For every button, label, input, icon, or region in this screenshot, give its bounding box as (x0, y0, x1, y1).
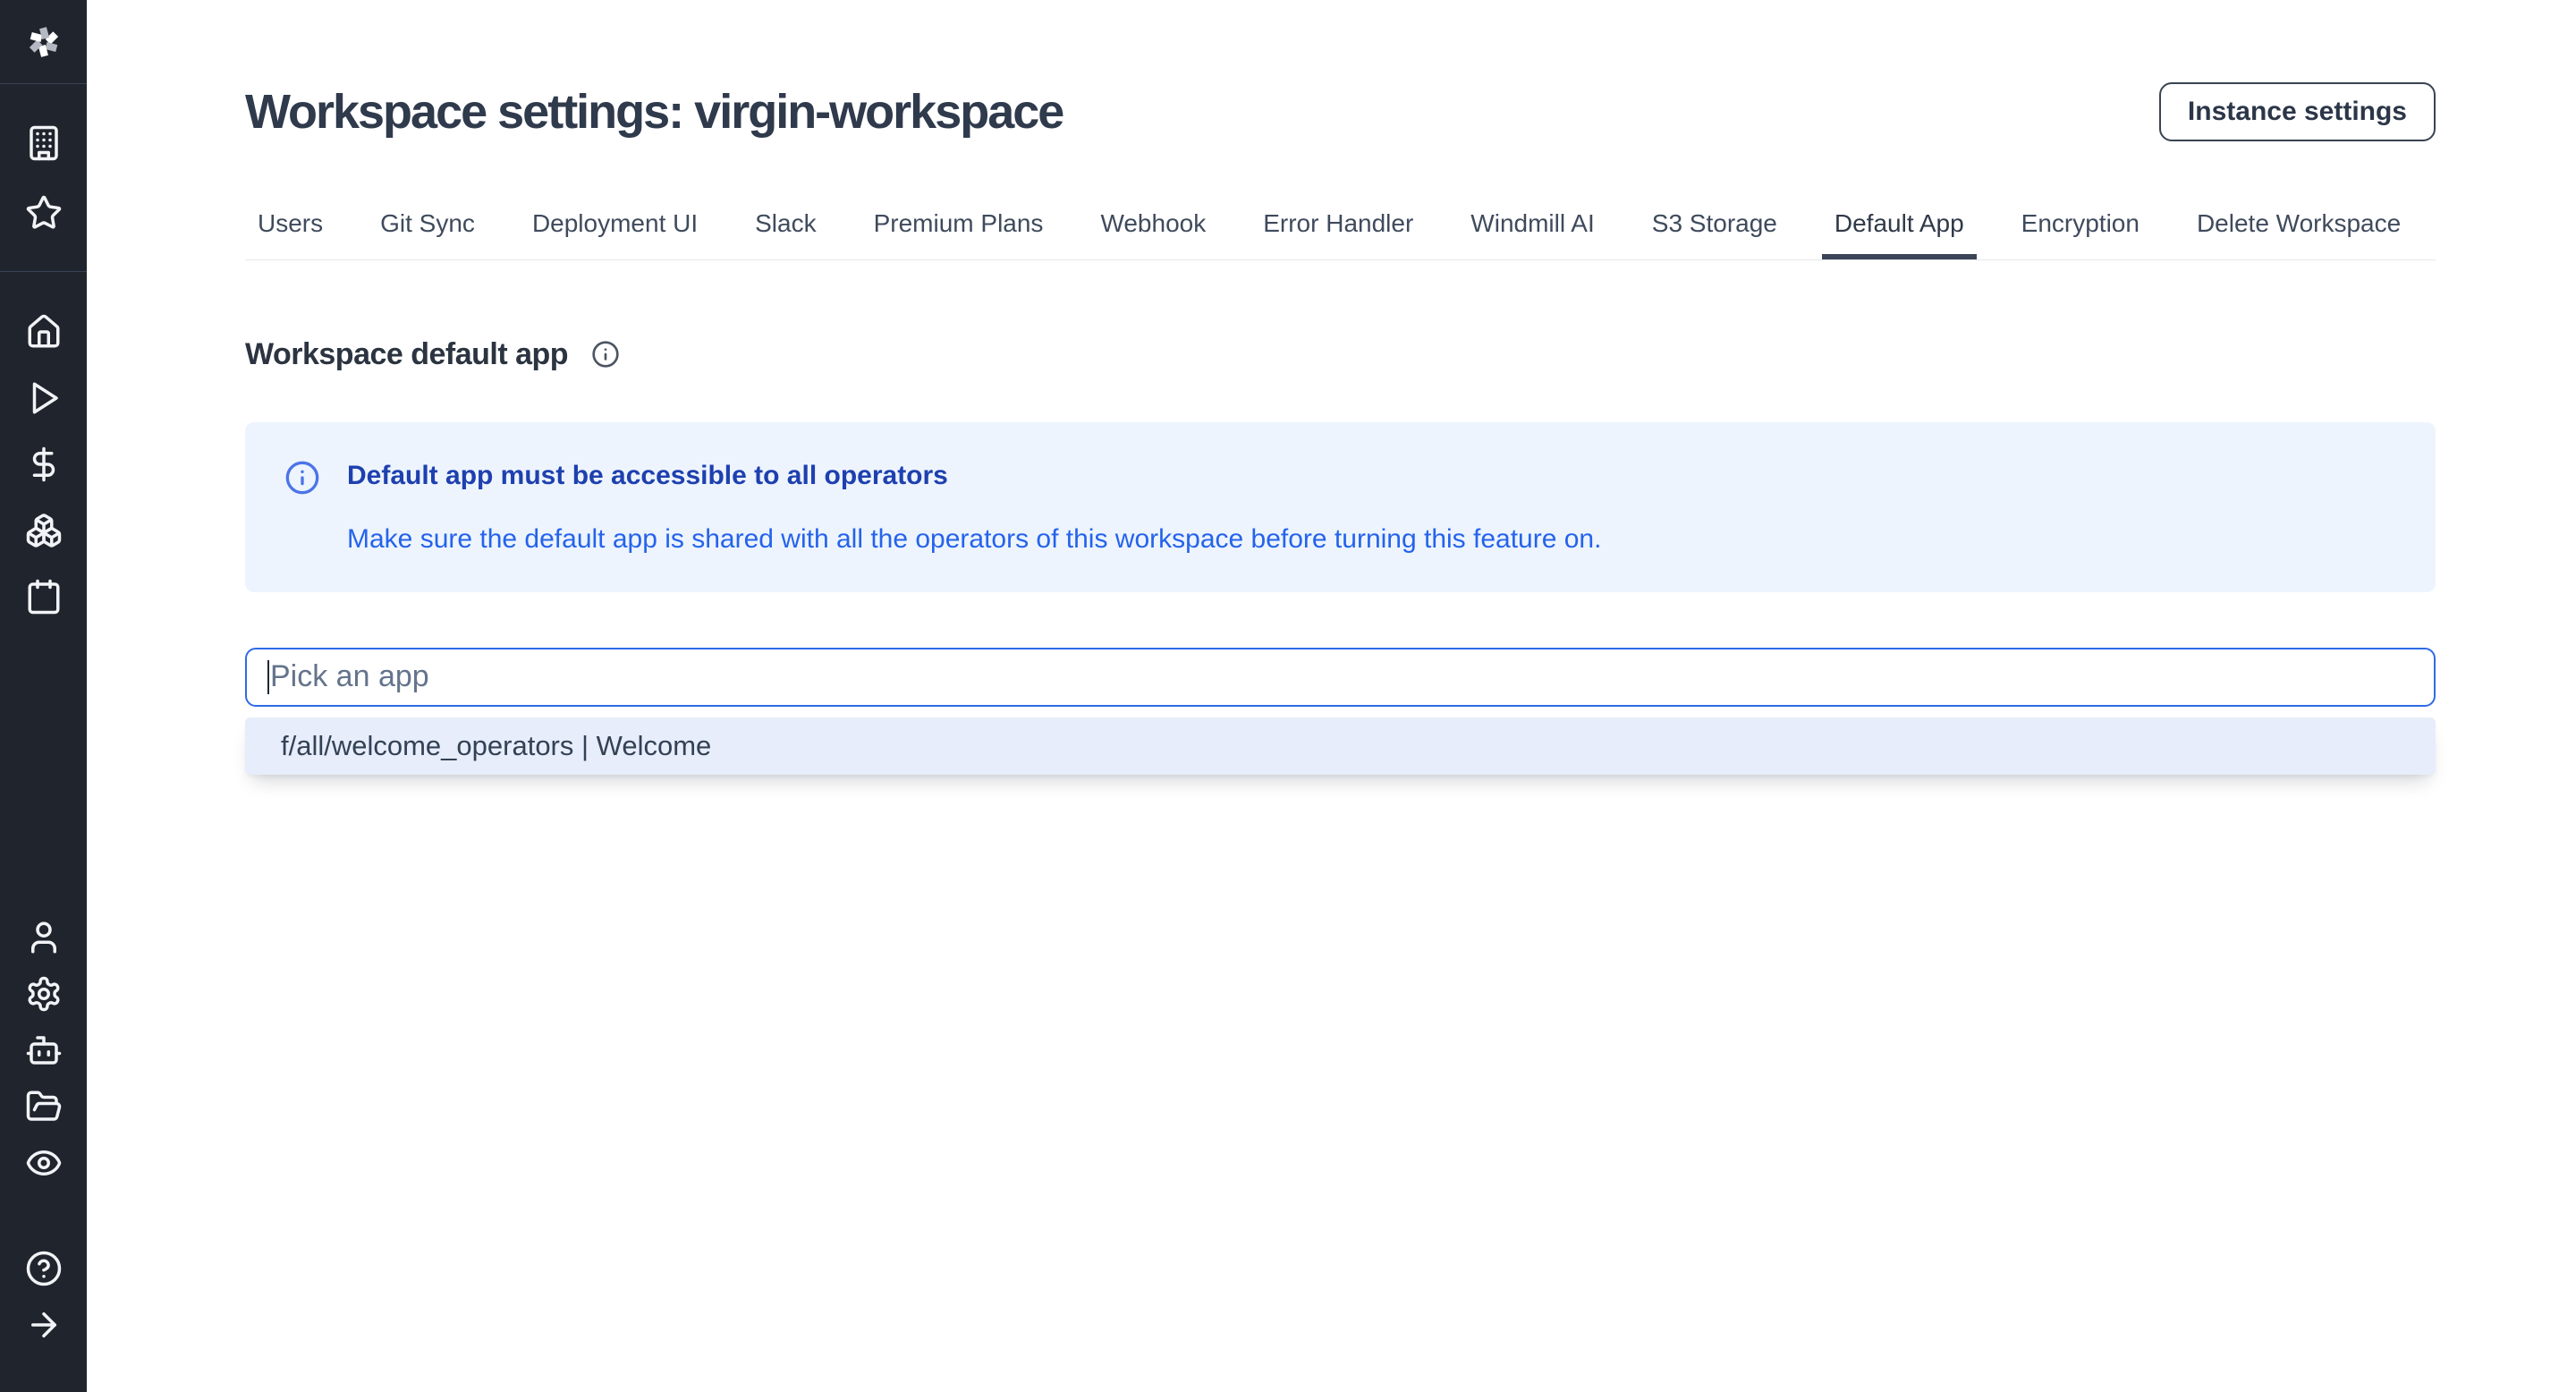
alert-body: Make sure the default app is shared with… (347, 522, 1601, 556)
tab-webhook[interactable]: Webhook (1088, 209, 1218, 259)
folder-open-icon[interactable] (25, 1088, 63, 1125)
help-circle-icon[interactable] (25, 1250, 63, 1287)
sidebar-group-footer (0, 1250, 87, 1344)
app-option[interactable]: f/all/welcome_operators | Welcome (245, 717, 2436, 775)
tab-premium-plans[interactable]: Premium Plans (861, 209, 1056, 259)
sidebar-group-main (0, 272, 87, 615)
windmill-logo-icon (23, 21, 64, 63)
tab-deployment-ui[interactable]: Deployment UI (520, 209, 710, 259)
main-content: Workspace settings: virgin-workspace Ins… (87, 0, 2576, 775)
arrow-right-icon[interactable] (25, 1306, 63, 1344)
app-picker (245, 648, 2436, 707)
alert-text: Default app must be accessible to all op… (347, 458, 1601, 556)
info-icon[interactable] (591, 340, 620, 369)
sidebar-group-workspace (0, 84, 87, 272)
boxes-icon[interactable] (25, 512, 63, 549)
page-header: Workspace settings: virgin-workspace Ins… (245, 82, 2436, 143)
gear-icon[interactable] (25, 975, 63, 1013)
tab-error-handler[interactable]: Error Handler (1250, 209, 1426, 259)
settings-tabs: Users Git Sync Deployment UI Slack Premi… (245, 209, 2436, 260)
dollar-sign-icon[interactable] (25, 446, 63, 483)
instance-settings-button[interactable]: Instance settings (2159, 82, 2436, 141)
robot-icon[interactable] (25, 1031, 63, 1069)
info-alert: Default app must be accessible to all op… (245, 422, 2436, 592)
tab-git-sync[interactable]: Git Sync (368, 209, 487, 259)
alert-title: Default app must be accessible to all op… (347, 458, 1601, 493)
tab-slack[interactable]: Slack (742, 209, 828, 259)
pick-an-app-input[interactable] (245, 648, 2436, 707)
section-heading-title: Workspace default app (245, 337, 568, 372)
text-caret (267, 660, 269, 694)
play-icon[interactable] (25, 379, 63, 417)
section-heading: Workspace default app (245, 337, 2436, 372)
calendar-icon[interactable] (25, 578, 63, 615)
tab-s3-storage[interactable]: S3 Storage (1640, 209, 1790, 259)
sidebar (0, 0, 87, 1392)
home-icon[interactable] (25, 313, 63, 351)
windmill-logo[interactable] (0, 0, 87, 84)
app-picker-dropdown: f/all/welcome_operators | Welcome (245, 717, 2436, 775)
tab-default-app[interactable]: Default App (1822, 209, 1977, 259)
tab-windmill-ai[interactable]: Windmill AI (1458, 209, 1606, 259)
user-icon[interactable] (25, 919, 63, 956)
star-icon[interactable] (25, 194, 63, 232)
tab-encryption[interactable]: Encryption (2009, 209, 2152, 259)
building-icon[interactable] (25, 124, 63, 162)
tab-users[interactable]: Users (245, 209, 335, 259)
info-icon (284, 460, 320, 496)
eye-icon[interactable] (25, 1144, 63, 1182)
page-title: Workspace settings: virgin-workspace (245, 82, 1063, 143)
sidebar-group-admin (0, 919, 87, 1182)
tab-delete-workspace[interactable]: Delete Workspace (2184, 209, 2413, 259)
